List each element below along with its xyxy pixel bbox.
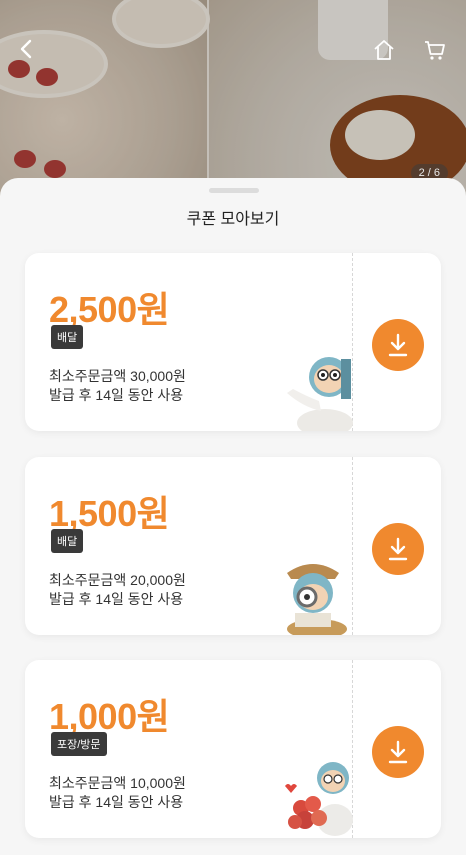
- home-icon[interactable]: [372, 38, 396, 66]
- coupon-type-badge: 포장/방문: [51, 732, 107, 756]
- coupon-type-badge: 배달: [51, 325, 84, 349]
- mascot-pointing-illustration: [287, 357, 353, 431]
- download-icon: [388, 537, 408, 561]
- coupon-validity: 발급 후 14일 동안 사용: [49, 794, 184, 810]
- download-icon: [388, 740, 408, 764]
- dim-overlay: [0, 0, 466, 200]
- coupon-card: 1,000원 포장/방문 최소주문금액 10,000원 발급 후 14일 동안 …: [25, 660, 441, 838]
- coupon-min-order: 최소주문금액 10,000원: [49, 775, 186, 791]
- download-icon: [388, 333, 408, 357]
- sheet-drag-handle[interactable]: [209, 188, 259, 193]
- product-image-carousel[interactable]: 2 / 6: [0, 0, 466, 200]
- coupon-card: 1,500원 배달 최소주문금액 20,000원 발급 후 14일 동안 사용: [25, 457, 441, 635]
- cart-icon[interactable]: [423, 38, 447, 66]
- coupon-card: 2,500원 배달 최소주문금액 30,000원 발급 후 14일 동안 사용: [25, 253, 441, 431]
- mascot-flowers-illustration: [285, 762, 353, 836]
- coupon-min-order: 최소주문금액 30,000원: [49, 368, 186, 384]
- coupon-validity: 발급 후 14일 동안 사용: [49, 591, 184, 607]
- coupon-min-order: 최소주문금액 20,000원: [49, 572, 186, 588]
- coupon-conditions: 최소주문금액 20,000원 발급 후 14일 동안 사용: [49, 571, 186, 609]
- coupon-conditions: 최소주문금액 30,000원 발급 후 14일 동안 사용: [49, 367, 186, 405]
- back-arrow-icon[interactable]: [14, 36, 40, 64]
- coupon-validity: 발급 후 14일 동안 사용: [49, 387, 184, 403]
- mascot-detective-illustration: [287, 564, 347, 635]
- coupon-type-badge: 배달: [51, 529, 84, 553]
- sheet-title: 쿠폰 모아보기: [186, 211, 280, 228]
- download-coupon-button[interactable]: [372, 523, 424, 575]
- download-coupon-button[interactable]: [372, 726, 424, 778]
- coupon-bottom-sheet: 쿠폰 모아보기 2,500원 배달 최소주문금액 30,000원 발급 후 14…: [0, 178, 466, 855]
- coupon-conditions: 최소주문금액 10,000원 발급 후 14일 동안 사용: [49, 774, 186, 812]
- download-coupon-button[interactable]: [372, 319, 424, 371]
